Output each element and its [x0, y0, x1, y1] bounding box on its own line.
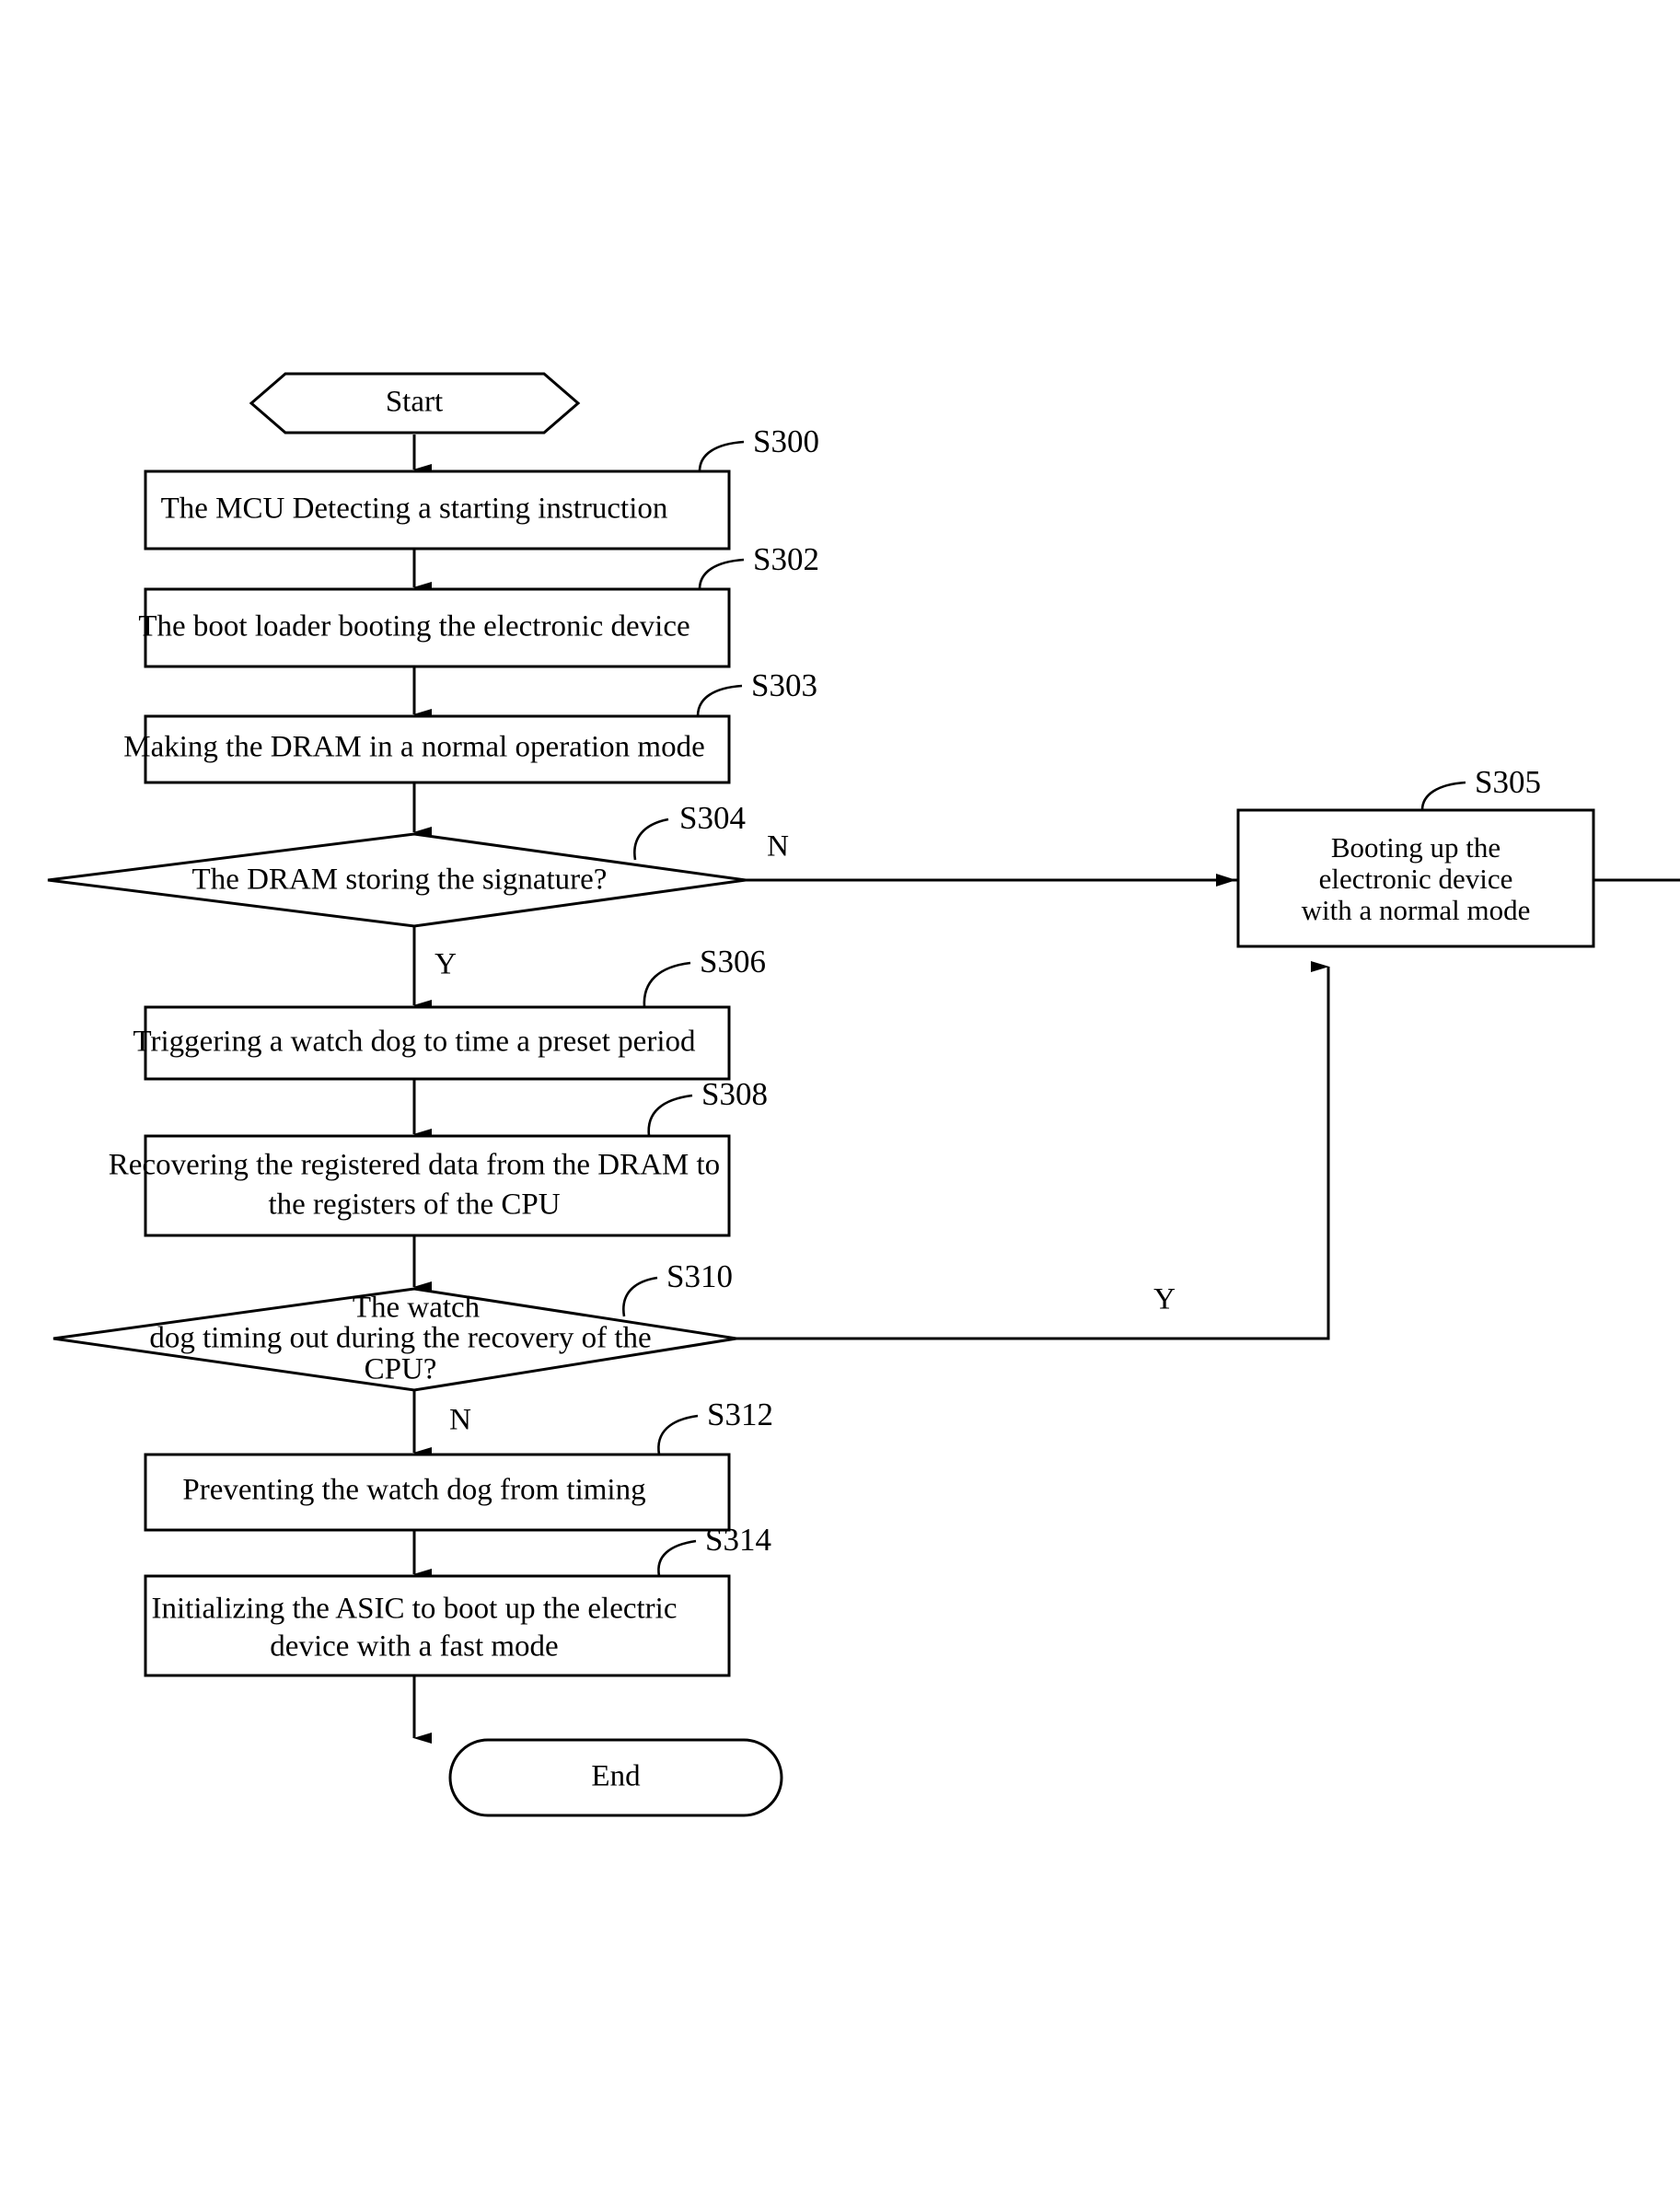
node-s303: Making the DRAM in a normal operation mo… — [123, 714, 731, 784]
step-ref-s300: S300 — [753, 423, 819, 459]
leader-s303 — [696, 684, 743, 717]
s305-label-line1: Booting up the — [1331, 831, 1500, 864]
leader-s306 — [643, 961, 691, 1008]
step-ref-s302: S302 — [753, 541, 819, 577]
node-s310: The watch dog timing out during the reco… — [52, 1287, 737, 1392]
step-ref-s314: S314 — [705, 1522, 771, 1558]
step-ref-s303: S303 — [751, 667, 817, 703]
leader-s302 — [698, 558, 745, 590]
s310-label-line3: CPU? — [365, 1353, 437, 1386]
node-start: Start — [249, 372, 581, 435]
step-ref-s312: S312 — [707, 1397, 773, 1432]
leader-s312 — [657, 1414, 699, 1455]
s314-label-line1: Initializing the ASIC to boot up the ele… — [152, 1593, 678, 1626]
s306-label: Triggering a watch dog to time a preset … — [133, 1026, 696, 1059]
s314-label-line2: device with a fast mode — [270, 1630, 558, 1664]
flowchart-canvas: Start The MCU Detecting a starting instr… — [47, 372, 1680, 1817]
s310-label-line2: dog timing out during the recovery of th… — [149, 1322, 651, 1355]
branch-label-s304-yes: Y — [434, 948, 457, 981]
s308-label-line2: the registers of the CPU — [268, 1188, 560, 1222]
step-ref-s310: S310 — [666, 1258, 733, 1294]
step-ref-s304: S304 — [679, 800, 746, 836]
leader-s308 — [647, 1094, 693, 1137]
node-s314: Initializing the ASIC to boot up the ele… — [144, 1574, 731, 1677]
connector-s310-yes-to-s305 — [736, 961, 1330, 1340]
node-s304: The DRAM storing the signature? — [47, 832, 747, 928]
leader-s300 — [698, 440, 745, 472]
leader-s310 — [622, 1276, 658, 1317]
branch-label-s310-yes: Y — [1153, 1283, 1176, 1316]
step-ref-s305: S305 — [1475, 764, 1541, 800]
node-s308: Recovering the registered data from the … — [109, 1134, 731, 1237]
end-label: End — [591, 1760, 641, 1793]
branch-label-s310-no: N — [449, 1404, 471, 1437]
node-s312: Preventing the watch dog from timing — [144, 1453, 731, 1532]
s305-label-line2: electronic device — [1319, 863, 1513, 895]
start-label: Start — [386, 386, 443, 419]
step-ref-s308: S308 — [701, 1076, 768, 1112]
branch-label-s304-no: N — [767, 830, 789, 864]
s300-label: The MCU Detecting a starting instruction — [161, 493, 668, 526]
node-s300: The MCU Detecting a starting instruction — [144, 470, 731, 551]
node-s306: Triggering a watch dog to time a preset … — [133, 1005, 731, 1081]
step-ref-s306: S306 — [700, 944, 766, 980]
node-end: End — [448, 1738, 783, 1817]
node-s302: The boot loader booting the electronic d… — [138, 587, 731, 668]
s310-label-line1: The watch — [353, 1292, 481, 1325]
s304-label: The DRAM storing the signature? — [192, 864, 608, 897]
flowchart-page: Start The MCU Detecting a starting instr… — [0, 0, 1680, 2191]
s305-label-line3: with a normal mode — [1302, 894, 1531, 926]
node-s305: Booting up the electronic device with a … — [1236, 808, 1595, 948]
s312-label: Preventing the watch dog from timing — [182, 1474, 645, 1507]
s303-label: Making the DRAM in a normal operation mo… — [123, 731, 704, 764]
leader-s304 — [633, 817, 669, 861]
leader-s314 — [657, 1539, 697, 1577]
s308-label-line1: Recovering the registered data from the … — [109, 1149, 720, 1182]
s302-label: The boot loader booting the electronic d… — [138, 610, 689, 643]
leader-s305 — [1420, 781, 1466, 811]
